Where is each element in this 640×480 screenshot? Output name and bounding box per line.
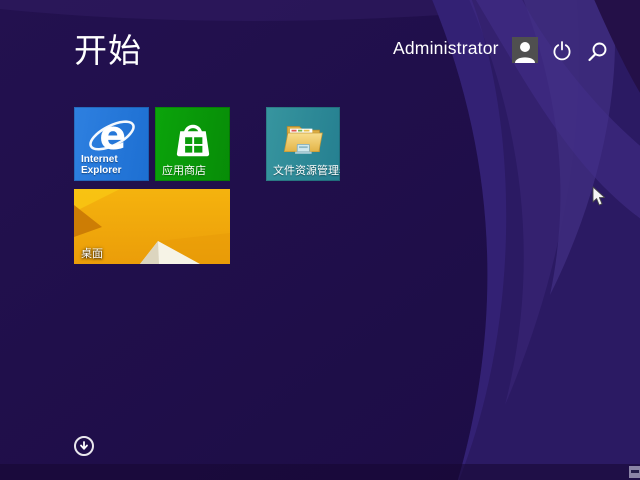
svg-text:e: e (99, 113, 126, 159)
shopping-bag-icon (155, 107, 230, 169)
tile-label: 应用商店 (162, 165, 206, 177)
search-button[interactable] (587, 41, 609, 63)
tile-label: 文件资源管理器 (273, 165, 340, 177)
search-icon (587, 41, 608, 62)
power-icon (551, 40, 573, 62)
apps-view-button[interactable] (74, 436, 94, 456)
tile-internet-explorer[interactable]: e Internet Explorer (74, 107, 149, 181)
scrollbar-corner (629, 466, 640, 478)
tile-label: 桌面 (81, 248, 103, 260)
down-arrow-icon (79, 441, 89, 451)
user-name[interactable]: Administrator (393, 38, 499, 59)
tile-label: Internet Explorer (81, 154, 122, 176)
tile-desktop[interactable]: 桌面 (74, 189, 230, 264)
scrollbar-dash (631, 470, 639, 473)
user-avatar[interactable] (512, 37, 538, 63)
tile-file-explorer[interactable]: 文件资源管理器 (266, 107, 340, 181)
folder-icon (266, 107, 340, 169)
tile-store[interactable]: 应用商店 (155, 107, 230, 181)
page-title: 开始 (74, 24, 142, 72)
user-silhouette-icon (512, 39, 538, 63)
start-screen: 开始 Administrator e Internet Explorer (0, 0, 640, 480)
power-button[interactable] (551, 40, 573, 62)
